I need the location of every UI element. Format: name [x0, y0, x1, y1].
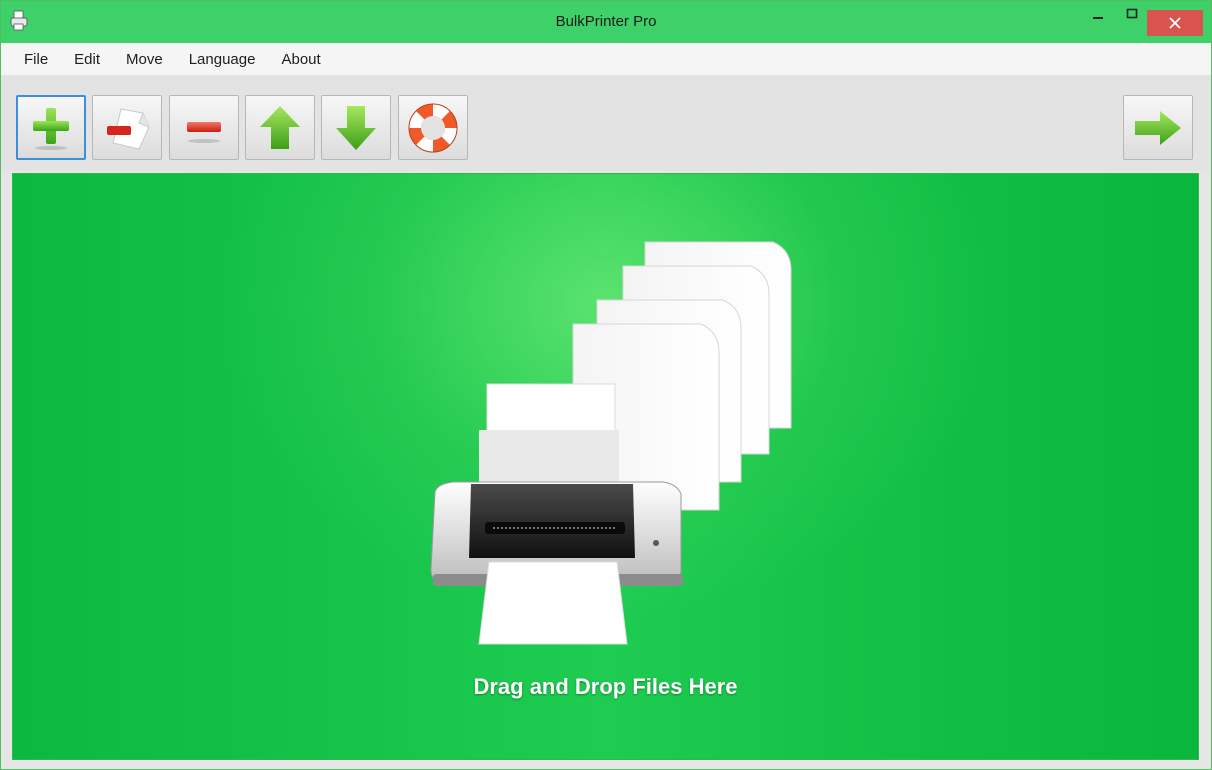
minimize-icon [1092, 7, 1104, 25]
toolbar [1, 75, 1211, 171]
remove-document-icon [99, 103, 155, 153]
drop-zone[interactable]: Drag and Drop Files Here [12, 173, 1199, 760]
app-window: BulkPrinter Pro File Edit Move Language [0, 0, 1212, 770]
close-button[interactable] [1147, 10, 1203, 36]
printer-with-pages-icon [413, 234, 813, 654]
remove-document-button[interactable] [92, 95, 162, 160]
arrow-down-icon [333, 103, 379, 153]
move-down-button[interactable] [321, 95, 391, 160]
next-button[interactable] [1123, 95, 1193, 160]
move-up-button[interactable] [245, 95, 315, 160]
window-title: BulkPrinter Pro [555, 13, 657, 30]
remove-button[interactable] [169, 95, 239, 160]
drop-instructions: Drag and Drop Files Here [473, 674, 738, 699]
menu-edit[interactable]: Edit [74, 51, 100, 68]
title-bar[interactable]: BulkPrinter Pro [1, 1, 1211, 43]
menu-about[interactable]: About [281, 51, 320, 68]
arrow-up-icon [257, 103, 303, 153]
add-files-button[interactable] [16, 95, 86, 160]
remove-icon [181, 108, 227, 148]
menu-file[interactable]: File [24, 51, 48, 68]
menu-bar: File Edit Move Language About [1, 43, 1211, 75]
arrow-right-icon [1132, 108, 1184, 148]
close-icon [1169, 17, 1181, 29]
minimize-button[interactable] [1085, 1, 1111, 31]
menu-move[interactable]: Move [126, 51, 163, 68]
maximize-icon [1126, 7, 1138, 25]
maximize-button[interactable] [1119, 1, 1145, 31]
add-icon [28, 105, 74, 151]
help-button[interactable] [398, 95, 468, 160]
help-lifebuoy-icon [405, 100, 461, 156]
menu-language[interactable]: Language [189, 51, 256, 68]
